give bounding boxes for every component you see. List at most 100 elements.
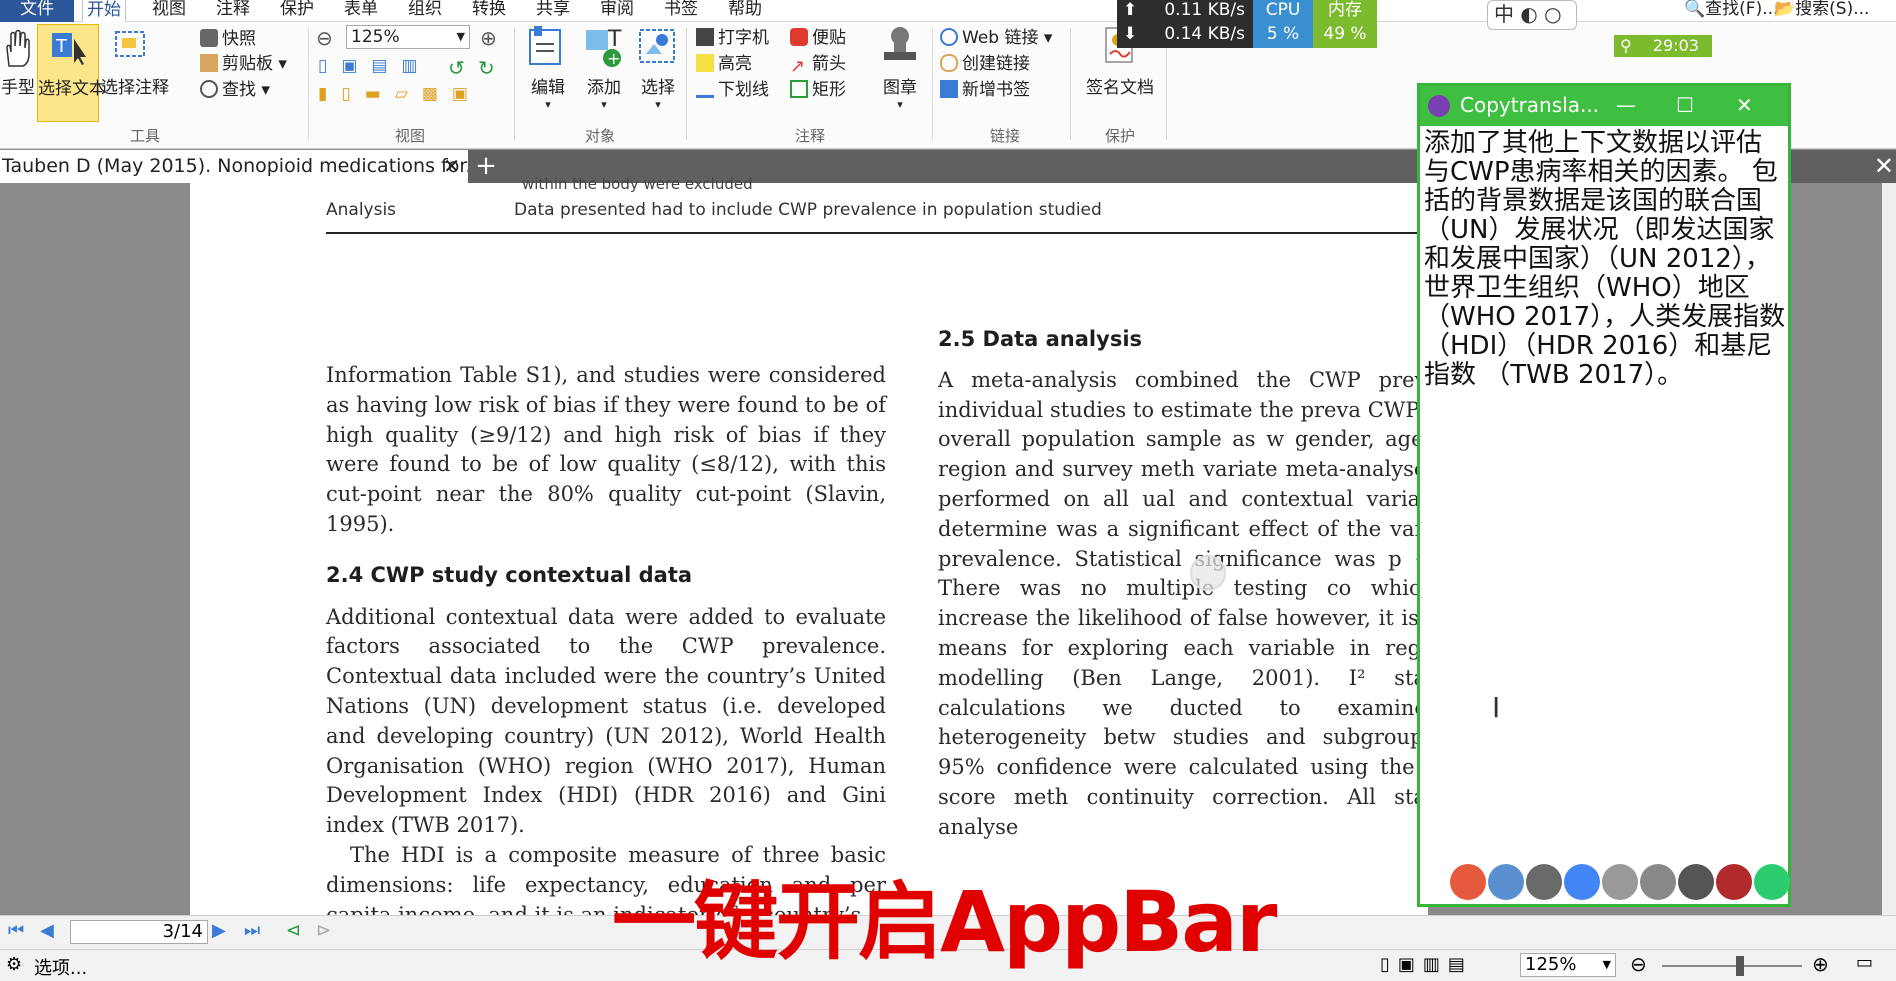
table-row-label: Analysis: [326, 200, 397, 220]
menu-form[interactable]: 表单: [340, 0, 382, 22]
vertical-scrollbar[interactable]: [1882, 183, 1896, 915]
typewriter-button[interactable]: 打字机: [696, 26, 769, 50]
add-bookmark-button[interactable]: 新增书签: [940, 78, 1030, 102]
fullscreen-icon[interactable]: ▭: [1856, 952, 1873, 973]
ime-toolbar[interactable]: 中 ◐ ○: [1487, 0, 1577, 30]
translation-text[interactable]: 添加了其他上下文数据以评估与CWP患病率相关的因素。 包括的背景数据是该国的联合…: [1424, 129, 1786, 390]
menu-convert[interactable]: 转换: [468, 0, 510, 22]
menu-share[interactable]: 共享: [532, 0, 574, 22]
globe-icon: [940, 28, 958, 46]
view-extra-icons[interactable]: ▮▯▬▱▩▣: [318, 84, 482, 104]
zoom-out-icon[interactable]: ⊖: [316, 26, 333, 50]
tencent-icon[interactable]: [1678, 864, 1714, 900]
view-mode-icons[interactable]: ▯▣▤▥: [318, 56, 432, 76]
google-icon[interactable]: [1564, 864, 1600, 900]
timer-badge: ⚲ 29:03: [1614, 35, 1712, 57]
find-icon: 🔍: [1684, 0, 1706, 19]
last-page-icon[interactable]: ⏭: [244, 920, 260, 941]
select-annotation-button[interactable]: 选择注释: [101, 24, 169, 122]
home-icon[interactable]: [1450, 864, 1486, 900]
menu-bookmark[interactable]: 书签: [660, 0, 702, 22]
add-button[interactable]: T + 添加 ▾: [578, 24, 630, 111]
page-layout-icons[interactable]: ▯▣▥▤: [1380, 954, 1473, 975]
hand-tool-button[interactable]: 手型: [0, 28, 36, 126]
new-tab-button[interactable]: +: [474, 150, 498, 183]
stamp-button[interactable]: 图章 ▾: [874, 24, 926, 111]
snapshot-button[interactable]: 快照: [200, 27, 256, 51]
page-number-input[interactable]: 3/14: [70, 920, 208, 944]
baidu-icon[interactable]: [1526, 864, 1562, 900]
clipboard-icon: [200, 54, 218, 72]
close-icon[interactable]: ✕: [1736, 86, 1753, 124]
note-button[interactable]: 便贴: [790, 26, 846, 50]
chat-icon[interactable]: [1640, 864, 1676, 900]
copytranslator-window: Copytransla... — ☐ ✕ 添加了其他上下文数据以评估与CWP患病…: [1417, 83, 1791, 907]
menu-review[interactable]: 审阅: [596, 0, 638, 22]
moon-icon: ◐: [1520, 2, 1538, 26]
paragraph: Additional contextual data were added to…: [326, 604, 886, 838]
find-button[interactable]: 🔍查找(F)...: [1680, 0, 1782, 22]
find-tool-button[interactable]: 查找 ▾: [200, 78, 270, 102]
arrow-icon: ↗: [790, 56, 806, 77]
add-icon: T+: [586, 27, 622, 68]
clipboard-button[interactable]: 剪贴板 ▾: [200, 52, 287, 76]
youdao-icon[interactable]: [1716, 864, 1752, 900]
document-icon[interactable]: [1488, 864, 1524, 900]
group-label-protect: 保护: [1104, 127, 1135, 145]
menu-help[interactable]: 帮助: [724, 0, 766, 22]
menu-file[interactable]: 文件: [0, 0, 74, 22]
highlight-button[interactable]: 高亮: [696, 52, 752, 76]
menu-comment[interactable]: 注释: [212, 0, 254, 22]
rotate-left-icon[interactable]: ↺: [448, 56, 465, 80]
microphone-icon: [1190, 555, 1226, 591]
maximize-icon[interactable]: ☐: [1676, 86, 1694, 124]
zoom-select[interactable]: 125% ▼: [346, 25, 470, 49]
options-button[interactable]: 选项...: [34, 954, 87, 980]
prev-page-icon[interactable]: ◀: [40, 920, 54, 941]
section-heading: 2.5 Data analysis: [938, 327, 1143, 351]
menu-start[interactable]: 开始: [82, 0, 126, 22]
close-all-icon[interactable]: ✕: [1874, 150, 1894, 183]
document-tab[interactable]: Tauben D (May 2015). Nonopioid medicatio…: [0, 150, 468, 183]
status-zoom-select[interactable]: 125% ▼: [1520, 953, 1616, 977]
search-button[interactable]: 📂搜索(S)...: [1770, 0, 1873, 22]
close-tab-icon[interactable]: ✕: [443, 150, 460, 183]
edit-button[interactable]: 编辑 ▾: [522, 24, 574, 111]
rotate-right-icon[interactable]: ↻: [478, 56, 495, 80]
forward-icon[interactable]: ⊳: [316, 920, 331, 941]
settings-gear-icon[interactable]: ⚙: [6, 954, 22, 975]
chain-link-icon: [940, 54, 958, 72]
arrow-button[interactable]: ↗ 箭头: [790, 52, 846, 76]
minimize-icon[interactable]: —: [1616, 86, 1636, 124]
clipped-table-text: within the body were excluded: [522, 175, 753, 193]
menu-view[interactable]: 视图: [148, 0, 190, 22]
camera-icon: [200, 29, 218, 47]
first-page-icon[interactable]: ⏮: [8, 920, 24, 941]
group-label-annotate: 注释: [794, 127, 825, 145]
note-icon: [790, 28, 808, 46]
section-heading: 2.4 CWP study contextual data: [326, 562, 693, 587]
sogou-icon[interactable]: [1602, 864, 1638, 900]
menu-organize[interactable]: 组织: [404, 0, 446, 22]
menu-protect[interactable]: 保护: [276, 0, 318, 22]
zoom-in-icon[interactable]: ⊕: [480, 26, 497, 50]
back-icon[interactable]: ⊲: [286, 920, 301, 941]
web-link-button[interactable]: Web 链接 ▾: [940, 26, 1052, 50]
zoom-in-status-icon[interactable]: ⊕: [1812, 952, 1829, 976]
popup-titlebar[interactable]: Copytransla... — ☐ ✕: [1420, 86, 1788, 126]
underline-button[interactable]: 下划线: [696, 78, 769, 102]
status-dot-icon[interactable]: [1754, 864, 1790, 900]
next-page-icon[interactable]: ▶: [212, 920, 226, 941]
zoom-slider[interactable]: [1662, 965, 1802, 967]
select-object-button[interactable]: 选择 ▾: [632, 24, 684, 111]
zoom-slider-thumb[interactable]: [1736, 956, 1744, 976]
rectangle-icon: [790, 80, 808, 98]
select-text-button[interactable]: T 选择文本: [37, 24, 106, 122]
zoom-out-status-icon[interactable]: ⊖: [1630, 952, 1647, 976]
rectangle-button[interactable]: 矩形: [790, 78, 846, 102]
create-link-button[interactable]: 创建链接: [940, 52, 1030, 76]
group-label-links: 链接: [989, 127, 1020, 145]
pdf-editor-window: 文件 开始 视图 注释 保护 表单 组织 转换 共享 审阅 书签 帮助 🔍查找(…: [0, 0, 1896, 981]
video-caption: 一键开启AppBar: [612, 873, 1277, 971]
stamp-icon: [884, 27, 916, 60]
